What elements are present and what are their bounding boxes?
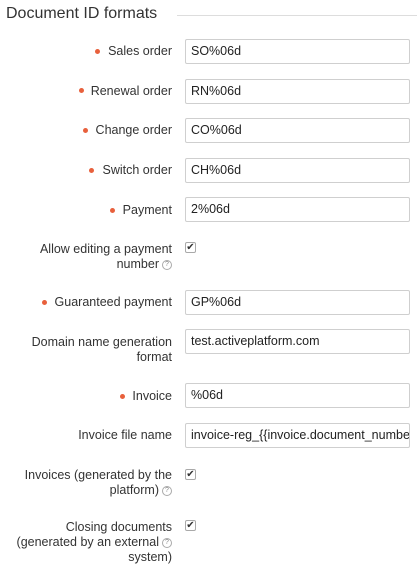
help-icon[interactable]: ? xyxy=(162,259,172,270)
sales-order-label: Sales order xyxy=(108,44,172,58)
invoices-generated-label-line1: Invoices (generated by the xyxy=(24,468,172,482)
change-order-label: Change order xyxy=(95,123,172,137)
invoices-generated-checkbox[interactable]: ✔ xyxy=(185,469,196,480)
allow-editing-payment-label: Allow editing a payment number? xyxy=(2,242,172,272)
invoices-generated-label: Invoices (generated by the platform)? xyxy=(2,468,172,498)
switch-order-input[interactable]: CH%06d xyxy=(185,158,410,183)
domain-name-format-label-line1: Domain name generation xyxy=(31,335,172,349)
closing-documents-label: Closing documents (generated by an exter… xyxy=(2,520,172,565)
guaranteed-payment-input[interactable]: GP%06d xyxy=(185,290,410,315)
allow-editing-payment-checkbox[interactable]: ✔ xyxy=(185,242,196,253)
section-header: Document ID formats xyxy=(6,2,417,26)
invoice-label: Invoice xyxy=(132,389,172,403)
invoice-file-name-label: Invoice file name xyxy=(78,428,172,442)
closing-documents-label-line3: system) xyxy=(128,550,172,564)
change-order-input[interactable]: CO%06d xyxy=(185,118,410,143)
closing-documents-checkbox[interactable]: ✔ xyxy=(185,520,196,531)
invoice-input[interactable]: %06d xyxy=(185,383,410,408)
renewal-order-label: Renewal order xyxy=(90,84,172,98)
guaranteed-payment-label: Guaranteed payment xyxy=(54,295,172,309)
switch-order-label: Switch order xyxy=(102,163,172,177)
domain-name-format-label: Domain name generation format xyxy=(2,335,172,365)
invoices-generated-label-line2: platform) xyxy=(109,483,159,497)
domain-name-format-input[interactable]: test.activeplatform.com xyxy=(185,329,410,354)
payment-input[interactable]: 2%06d xyxy=(185,197,410,222)
closing-documents-label-line1: Closing documents xyxy=(65,520,172,534)
closing-documents-label-line2: (generated by an external xyxy=(16,535,159,549)
section-divider xyxy=(177,15,417,16)
domain-name-format-label-line2: format xyxy=(136,350,172,364)
help-icon[interactable]: ? xyxy=(162,485,172,496)
renewal-order-input[interactable]: RN%06d xyxy=(185,79,410,104)
section-title: Document ID formats xyxy=(6,5,158,22)
invoice-file-name-input[interactable]: invoice-reg_{{invoice.document_number}} xyxy=(185,423,410,448)
allow-editing-payment-label-line2: number xyxy=(116,257,159,271)
sales-order-input[interactable]: SO%06d xyxy=(185,39,410,64)
allow-editing-payment-label-line1: Allow editing a payment xyxy=(39,242,172,256)
help-icon[interactable]: ? xyxy=(162,537,172,548)
payment-label: Payment xyxy=(122,203,172,217)
